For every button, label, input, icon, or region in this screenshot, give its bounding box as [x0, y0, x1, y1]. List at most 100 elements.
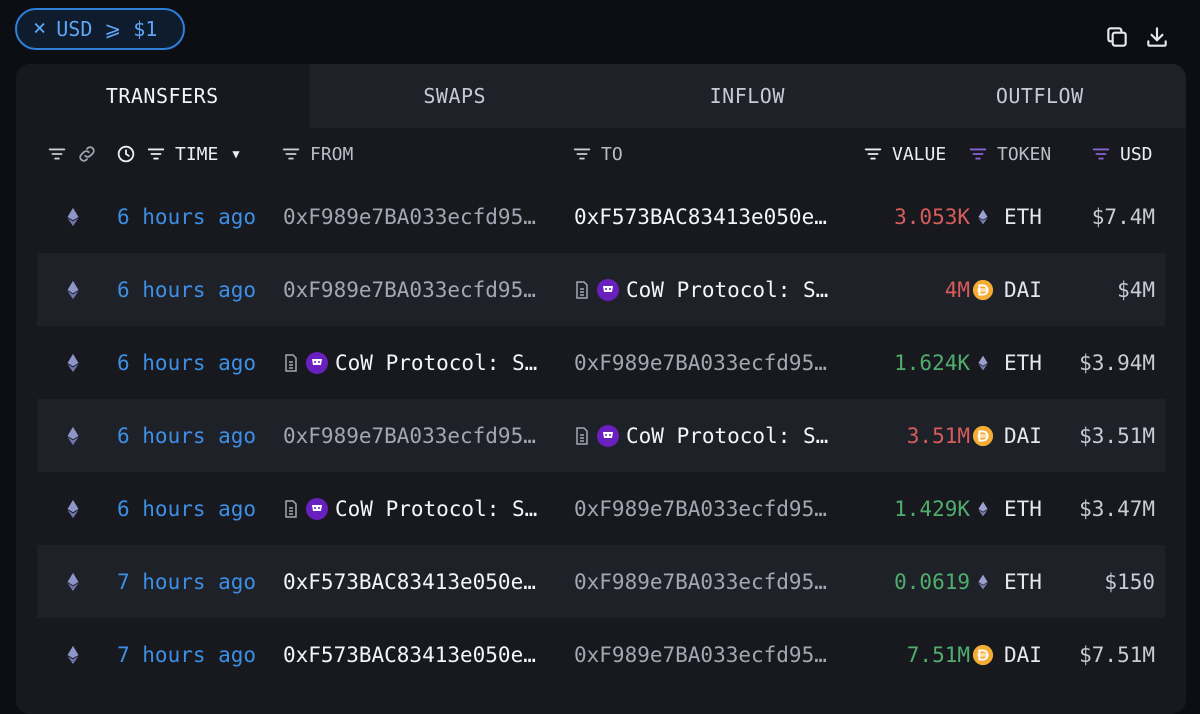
to-address[interactable]: 0xF989e7BA033ecfd95… — [574, 472, 844, 545]
chain-cell — [62, 472, 82, 545]
value-column-label: VALUE — [892, 143, 947, 165]
dai-icon — [972, 644, 994, 665]
tab-bar: TRANSFERS SWAPS INFLOW OUTFLOW — [16, 64, 1186, 128]
token-cell[interactable]: ETH — [972, 326, 1042, 399]
value-amount: 3.51M — [906, 423, 970, 448]
token-cell[interactable]: ETH — [972, 472, 1042, 545]
token-symbol: ETH — [1004, 204, 1042, 229]
link-icon[interactable] — [76, 143, 98, 165]
time-column-header[interactable]: TIME ▼ — [115, 128, 240, 180]
copy-icon[interactable] — [1104, 24, 1130, 50]
tab-transfers[interactable]: TRANSFERS — [16, 64, 309, 128]
from-entity[interactable]: CoW Protocol: S… — [283, 472, 549, 545]
from-address[interactable]: 0xF989e7BA033ecfd95… — [283, 180, 549, 253]
contract-icon — [576, 280, 588, 299]
sort-desc-icon[interactable]: ▼ — [232, 147, 239, 161]
ethereum-icon — [67, 207, 79, 226]
chain-cell — [62, 545, 82, 618]
cow-protocol-icon — [597, 278, 619, 301]
usd-amount: $3.94M — [1079, 350, 1155, 375]
time-link[interactable]: 6 hours ago — [117, 180, 256, 253]
usd-amount: $7.4M — [1091, 204, 1155, 229]
table-row[interactable]: 6 hours ago 0xF989e7BA033ecfd95… CoW Pro… — [37, 399, 1165, 472]
filter-icon[interactable] — [862, 143, 884, 165]
filter-icon[interactable] — [280, 143, 302, 165]
time-link[interactable]: 6 hours ago — [117, 399, 256, 472]
usd-amount: $3.47M — [1079, 496, 1155, 521]
chain-cell — [62, 326, 82, 399]
toolbar — [1104, 24, 1170, 50]
token-cell[interactable]: DAI — [972, 253, 1042, 326]
ethereum-icon — [978, 574, 988, 589]
usd-column-header[interactable]: USD — [1090, 128, 1153, 180]
to-entity[interactable]: CoW Protocol: S… — [574, 253, 844, 326]
table-row[interactable]: 6 hours ago 0xF989e7BA033ecfd95… CoW Pro… — [37, 253, 1165, 326]
token-cell[interactable]: ETH — [972, 180, 1042, 253]
time-link[interactable]: 7 hours ago — [117, 618, 256, 691]
tab-swaps[interactable]: SWAPS — [308, 64, 601, 128]
chain-cell — [62, 253, 82, 326]
time-link[interactable]: 6 hours ago — [117, 253, 256, 326]
value-amount: 0.0619 — [894, 569, 970, 594]
table-row[interactable]: 6 hours ago 0xF989e7BA033ecfd95… 0xF573B… — [37, 180, 1165, 253]
from-entity[interactable]: CoW Protocol: S… — [283, 326, 549, 399]
token-cell[interactable]: ETH — [972, 545, 1042, 618]
ethereum-icon — [67, 645, 79, 664]
usd-amount: $7.51M — [1079, 642, 1155, 667]
token-column-header[interactable]: TOKEN — [967, 128, 1051, 180]
time-link[interactable]: 7 hours ago — [117, 545, 256, 618]
contract-icon — [576, 426, 588, 445]
token-symbol: DAI — [1004, 642, 1042, 667]
to-address[interactable]: 0xF989e7BA033ecfd95… — [574, 326, 844, 399]
cow-protocol-icon — [306, 497, 328, 520]
table-row[interactable]: 6 hours ago CoW Protocol: S… 0xF989e7BA0… — [37, 472, 1165, 545]
transfers-panel: TRANSFERS SWAPS INFLOW OUTFLOW TIME ▼ FR… — [16, 64, 1186, 714]
from-column-header[interactable]: FROM — [280, 128, 353, 180]
tab-inflow[interactable]: INFLOW — [601, 64, 894, 128]
from-address[interactable]: 0xF573BAC83413e050e… — [283, 545, 549, 618]
transfers-table-body: 6 hours ago 0xF989e7BA033ecfd95… 0xF573B… — [16, 180, 1186, 691]
usd-filter-chip[interactable]: × USD ⩾ $1 — [15, 8, 185, 50]
table-header: TIME ▼ FROM TO VALUE TOKEN USD — [16, 128, 1186, 180]
token-symbol: DAI — [1004, 277, 1042, 302]
filter-active-icon[interactable] — [1090, 143, 1112, 165]
cow-protocol-icon — [597, 424, 619, 447]
value-amount: 7.51M — [906, 642, 970, 667]
dai-icon — [972, 425, 994, 446]
to-address[interactable]: 0xF573BAC83413e050e… — [574, 180, 844, 253]
chain-column-header[interactable] — [46, 128, 98, 180]
from-address[interactable]: 0xF573BAC83413e050e… — [283, 618, 549, 691]
value-column-header[interactable]: VALUE — [862, 128, 946, 180]
time-link[interactable]: 6 hours ago — [117, 472, 256, 545]
from-address[interactable]: 0xF989e7BA033ecfd95… — [283, 399, 549, 472]
value-amount: 3.053K — [894, 204, 970, 229]
filter-active-icon[interactable] — [967, 143, 989, 165]
token-cell[interactable]: DAI — [972, 399, 1042, 472]
from-address[interactable]: 0xF989e7BA033ecfd95… — [283, 253, 549, 326]
usd-amount: $4M — [1117, 277, 1155, 302]
value-amount: 1.624K — [894, 350, 970, 375]
chain-cell — [62, 618, 82, 691]
table-row[interactable]: 7 hours ago 0xF573BAC83413e050e… 0xF989e… — [37, 618, 1165, 691]
clock-icon — [117, 145, 135, 163]
download-icon[interactable] — [1144, 24, 1170, 50]
time-link[interactable]: 6 hours ago — [117, 326, 256, 399]
to-entity[interactable]: CoW Protocol: S… — [574, 399, 844, 472]
table-row[interactable]: 6 hours ago CoW Protocol: S… 0xF989e7BA0… — [37, 326, 1165, 399]
usd-filter-label: USD ⩾ $1 — [56, 17, 158, 41]
close-icon[interactable]: × — [33, 18, 46, 40]
token-cell[interactable]: DAI — [972, 618, 1042, 691]
table-row[interactable]: 7 hours ago 0xF573BAC83413e050e… 0xF989e… — [37, 545, 1165, 618]
contract-icon — [285, 353, 297, 372]
tab-outflow[interactable]: OUTFLOW — [893, 64, 1186, 128]
to-column-header[interactable]: TO — [571, 128, 623, 180]
to-column-label: TO — [601, 143, 623, 165]
filter-icon[interactable] — [46, 143, 68, 165]
ethereum-icon — [978, 355, 988, 370]
filter-icon[interactable] — [145, 143, 167, 165]
filter-icon[interactable] — [571, 143, 593, 165]
token-column-label: TOKEN — [997, 143, 1052, 165]
ethereum-icon — [978, 501, 988, 516]
to-address[interactable]: 0xF989e7BA033ecfd95… — [574, 618, 844, 691]
to-address[interactable]: 0xF989e7BA033ecfd95… — [574, 545, 844, 618]
